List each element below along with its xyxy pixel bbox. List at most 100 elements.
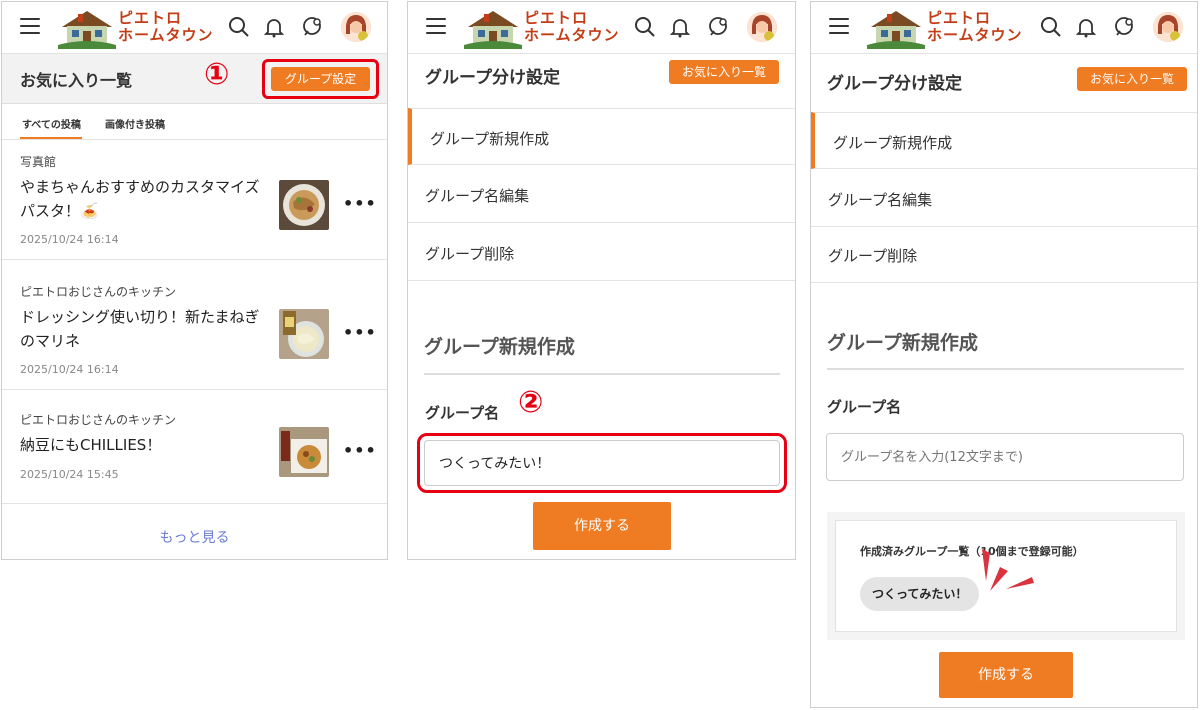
avatar[interactable] [1153,12,1183,42]
menu-rename-group[interactable]: グループ名編集 [408,166,795,223]
chat-icon[interactable] [1112,15,1136,39]
menu-create-group[interactable]: グループ新規作成 [408,108,795,165]
site-logo[interactable]: ピエトロ ホームタウン [867,7,1022,49]
logo-line-2: ホームタウン [927,26,1023,44]
logo-line-2: ホームタウン [524,26,620,44]
post-category: ピエトロおじさんのキッチン [20,413,177,427]
favorites-header: お気に入り一覧 ① グループ設定 [2,54,387,104]
natto-image [279,427,329,477]
site-logo[interactable]: ピエトロ ホームタウン [58,7,213,49]
post-thumbnail [279,427,329,477]
group-created-screen: ピエトロ ホームタウン グループ分け設定 お気に入り一覧 グループ新規作成 グル… [810,1,1198,708]
post-more-button[interactable]: ••• [343,194,377,213]
logo-text: ピエトロ ホームタウン [524,10,620,44]
post-title: 納豆にもCHILLIES！ [20,436,162,454]
tab-all-posts[interactable]: すべての投稿 [22,116,81,131]
create-button[interactable]: 作成する [939,652,1073,698]
post-more-button[interactable]: ••• [343,441,377,460]
menu-label: グループ新規作成 [833,134,953,152]
create-button[interactable]: 作成する [533,502,671,550]
menu-delete-group[interactable]: グループ削除 [408,224,795,281]
user-avatar-icon [341,12,371,42]
pasta-image [279,180,329,230]
avatar[interactable] [341,12,371,42]
page-title: グループ分け設定 [827,74,962,94]
section-title: グループ新規作成 [827,332,978,354]
house-logo-icon [464,11,522,49]
house-logo-icon [58,11,116,49]
post-date: 2025/10/24 15:45 [20,468,119,481]
menu-icon[interactable] [426,18,446,36]
menu-label: グループ削除 [425,245,515,263]
group-name-label: グループ名 [425,404,500,422]
post-title: やまちゃんおすすめのカスタマイズパスタ！🍝 [20,178,260,220]
chat-icon[interactable] [706,15,730,39]
post-date: 2025/10/24 16:14 [20,363,119,376]
list-item[interactable]: 写真館 やまちゃんおすすめのカスタマイズパスタ！🍝 2025/10/24 16:… [2,142,387,260]
logo-line-1: ピエトロ [524,9,589,27]
post-title: ドレッシング使い切り！新たまねぎのマリネ [20,308,260,350]
site-logo[interactable]: ピエトロ ホームタウン [464,7,619,49]
logo-text: ピエトロ ホームタウン [927,10,1023,44]
list-item[interactable]: ピエトロおじさんのキッチン ドレッシング使い切り！新たまねぎのマリネ 2025/… [2,272,387,390]
section-divider [424,373,780,375]
menu-create-group[interactable]: グループ新規作成 [811,112,1197,169]
menu-icon[interactable] [829,18,849,36]
post-more-button[interactable]: ••• [343,323,377,342]
group-settings-screen: ピエトロ ホームタウン グループ分け設定 お気に入り一覧 グループ新規作成 グル… [407,1,796,560]
section-title: グループ新規作成 [424,336,575,358]
active-tab-indicator [20,137,82,139]
chat-icon[interactable] [300,15,324,39]
app-header: ピエトロ ホームタウン [811,2,1197,54]
page-title: グループ分け設定 [425,68,560,88]
app-header: ピエトロ ホームタウン [408,2,795,54]
list-item[interactable]: ピエトロおじさんのキッチン 納豆にもCHILLIES！ 2025/10/24 1… [2,400,387,504]
group-name-input[interactable] [424,440,780,486]
post-date: 2025/10/24 16:14 [20,233,119,246]
menu-label: グループ削除 [828,247,918,265]
menu-delete-group[interactable]: グループ削除 [811,226,1197,283]
menu-label: グループ名編集 [828,191,933,209]
sparkle-emphasis-icon [982,549,1034,591]
group-name-label: グループ名 [827,398,902,416]
menu-label: グループ新規作成 [430,130,550,148]
marinade-image [279,309,329,359]
user-avatar-icon [1153,12,1183,42]
step-marker-1: ① [204,57,230,92]
post-tabs: すべての投稿 画像付き投稿 [2,104,387,140]
created-groups-label: 作成済みグループ一覧（10個まで登録可能） [860,545,1084,558]
page-title: お気に入り一覧 [20,71,133,90]
post-thumbnail [279,180,329,230]
group-settings-button[interactable]: グループ設定 [271,67,370,91]
user-avatar-icon [747,12,777,42]
search-icon[interactable] [633,15,657,39]
tab-image-posts[interactable]: 画像付き投稿 [105,116,165,131]
logo-line-1: ピエトロ [118,9,183,27]
favorites-list-button[interactable]: お気に入り一覧 [1077,67,1187,91]
logo-text: ピエトロ ホームタウン [118,10,214,44]
step-marker-2: ② [518,385,544,420]
avatar[interactable] [747,12,777,42]
menu-rename-group[interactable]: グループ名編集 [811,170,1197,227]
created-groups-panel: 作成済みグループ一覧（10個まで登録可能） つくってみたい！ [835,520,1177,632]
more-link[interactable]: もっと見る [2,527,387,547]
search-icon[interactable] [1039,15,1063,39]
logo-line-2: ホームタウン [118,26,214,44]
bell-icon[interactable] [1074,15,1098,39]
post-category: ピエトロおじさんのキッチン [20,285,177,299]
house-logo-icon [867,11,925,49]
favorites-list-screen: ピエトロ ホームタウン お気に入り一覧 ① グループ設定 すべての投稿 画像付き… [1,1,388,560]
menu-icon[interactable] [20,18,40,36]
bell-icon[interactable] [668,15,692,39]
section-divider [827,368,1184,370]
search-icon[interactable] [227,15,251,39]
bell-icon[interactable] [262,15,286,39]
group-name-input[interactable] [826,433,1184,481]
favorites-list-button[interactable]: お気に入り一覧 [669,60,779,84]
post-thumbnail [279,309,329,359]
logo-line-1: ピエトロ [927,9,992,27]
menu-label: グループ名編集 [425,187,530,205]
group-chip[interactable]: つくってみたい！ [860,577,980,611]
post-category: 写真館 [20,155,57,169]
app-header: ピエトロ ホームタウン [2,2,387,54]
